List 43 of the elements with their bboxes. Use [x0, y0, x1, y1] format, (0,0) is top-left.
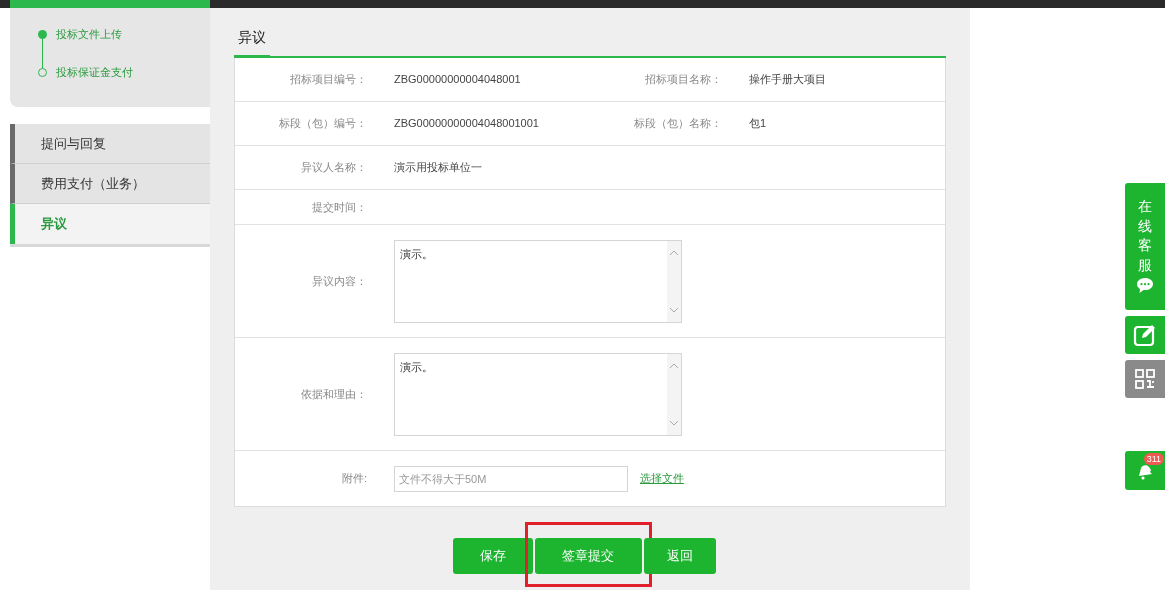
step-label: 投标文件上传: [56, 26, 122, 42]
action-button[interactable]: 保存: [452, 538, 533, 574]
notification-badge: 311: [1143, 453, 1164, 465]
menu-item[interactable]: 费用支付（业务）: [10, 164, 210, 204]
text-area-value: 演示。: [399, 359, 434, 375]
qr-code-icon: [1135, 369, 1155, 389]
edit-button[interactable]: [1125, 316, 1165, 354]
scroll-up-icon[interactable]: [669, 361, 679, 369]
chat-bubble-icon: [1136, 277, 1154, 295]
qr-code-button[interactable]: [1125, 360, 1165, 398]
field-label: 异议内容：: [311, 273, 367, 289]
text-area[interactable]: 演示。: [394, 239, 682, 323]
scroll-down-icon[interactable]: [669, 306, 679, 314]
field-value: ZBG00000000004048001: [394, 72, 521, 88]
field-label: 招标项目编号：: [289, 72, 367, 88]
online-service-button[interactable]: 在线客服: [1125, 183, 1165, 310]
field-label: 提交时间：: [311, 199, 367, 215]
scrollbar[interactable]: [667, 240, 681, 322]
action-button[interactable]: 签章提交: [534, 538, 642, 574]
field-value: 包1: [749, 116, 767, 132]
file-path-field[interactable]: 文件不得大于50M: [394, 465, 628, 492]
field-label: 标段（包）编号：: [278, 116, 367, 132]
field-value: 演示用投标单位一: [394, 160, 482, 176]
field-label: 异议人名称：: [300, 160, 367, 176]
field-label: 招标项目名称：: [644, 72, 722, 88]
menu-item[interactable]: 提问与回复: [10, 124, 210, 164]
field-label: 附件:: [340, 471, 367, 487]
field-value: ZBG00000000004048001001: [394, 116, 539, 132]
field-label: 依据和理由：: [300, 386, 367, 402]
choose-file-link[interactable]: 选择文件: [640, 470, 684, 487]
scroll-up-icon[interactable]: [669, 248, 679, 256]
service-label: 在线客服: [1138, 197, 1152, 275]
field-label: 标段（包）名称：: [633, 116, 722, 132]
text-area-value: 演示。: [399, 246, 434, 262]
scrollbar[interactable]: [667, 353, 681, 435]
menu-item[interactable]: 异议: [10, 204, 210, 244]
notification-button[interactable]: 311: [1125, 451, 1165, 490]
step-label: 投标保证金支付: [56, 64, 133, 80]
field-value: 操作手册大项目: [749, 72, 826, 88]
edit-icon: [1133, 323, 1157, 347]
action-button[interactable]: 返回: [643, 538, 716, 574]
text-area[interactable]: 演示。: [394, 352, 682, 436]
scroll-down-icon[interactable]: [669, 419, 679, 427]
